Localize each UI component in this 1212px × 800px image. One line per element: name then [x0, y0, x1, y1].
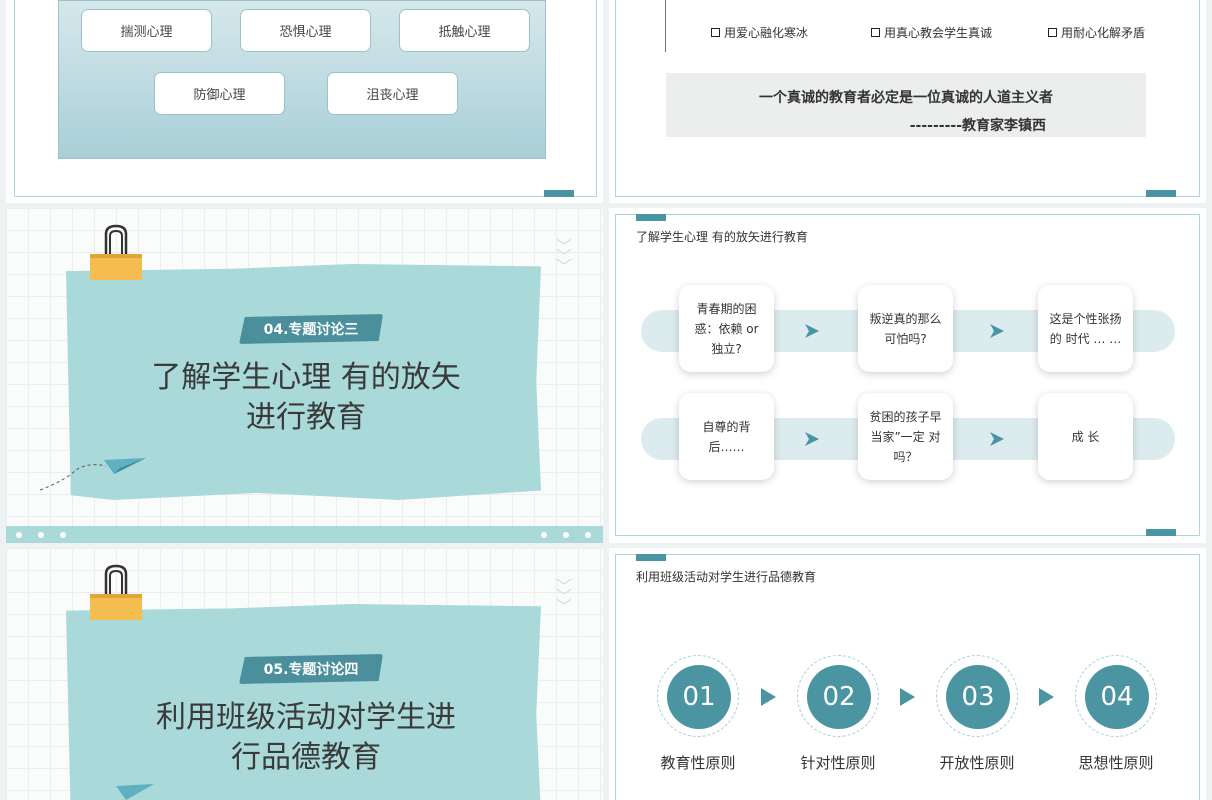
triangle-right-icon — [1039, 688, 1054, 706]
binder-clip-icon — [90, 224, 142, 280]
slide-thumbnail-principles[interactable]: 利用班级活动对学生进行品德教育 01 02 03 04 教育性原则 针对性原则 … — [609, 548, 1206, 800]
check-item-love: 用爱心融化寒冰 — [711, 24, 808, 41]
checkbox-icon — [871, 28, 880, 37]
slide-label: 利用班级活动对学生进行品德教育 — [636, 570, 817, 584]
quote-author: ---------教育家李镇西 — [909, 118, 1046, 134]
step-label: 针对性原则 — [800, 754, 876, 772]
slide-frame — [615, 214, 1200, 536]
check-label: 用耐心化解矛盾 — [1061, 26, 1146, 40]
divider-line — [665, 0, 666, 52]
dot — [38, 532, 44, 538]
title-line: 了解学生心理 有的放矢 — [151, 360, 461, 395]
step-label: 思想性原则 — [1078, 754, 1154, 772]
triangle-right-icon — [761, 688, 776, 706]
topic-card: 这是个性张扬 的 时代 … … — [1038, 285, 1133, 372]
corner-tab — [1146, 190, 1176, 197]
paper-plane-icon — [116, 784, 154, 800]
check-label: 用真心教会学生真诚 — [884, 26, 993, 40]
step-label: 开放性原则 — [939, 754, 1015, 772]
slide-bottom-bar — [6, 526, 603, 543]
dot — [60, 532, 66, 538]
step-circle: 04 — [1075, 655, 1157, 737]
step-circle: 01 — [657, 655, 739, 737]
slide-title: 利用班级活动对学生进 行品德教育 — [106, 698, 506, 778]
dot — [541, 532, 547, 538]
slide-thumbnail-topic-four[interactable]: ﹀ ﹀ ﹀ 05.专题讨论四 利用班级活动对学生进 行品德教育 — [6, 548, 603, 800]
quote-box: 一个真诚的教育者必定是一位真诚的人道主义者 ---------教育家李镇西 — [666, 73, 1146, 137]
slide-thumbnail-topic-three[interactable]: ﹀ ﹀ ﹀ 04.专题讨论三 了解学生心理 有的放矢 进行教育 — [6, 208, 603, 543]
step-circle: 03 — [936, 655, 1018, 737]
title-line: 行品德教育 — [231, 740, 381, 775]
topic-badge: 05.专题讨论四 — [239, 654, 383, 684]
topic-card: 青春期的困惑：依赖 or 独立? — [679, 285, 774, 372]
chevron-down-icon: ﹀ ﹀ ﹀ — [556, 577, 573, 616]
slide-thumbnail-psychology-cards[interactable]: 了解学生心理 有的放矢进行教育 青春期的困惑：依赖 or 独立? 叛逆真的那么可… — [609, 208, 1206, 543]
triangle-right-icon — [900, 688, 915, 706]
quote-text: 一个真诚的教育者必定是一位真诚的人道主义者 — [759, 90, 1053, 106]
step-number: 02 — [807, 665, 871, 729]
slide-title: 了解学生心理 有的放矢 进行教育 — [106, 358, 506, 438]
topic-card: 自尊的背后…… — [679, 393, 774, 480]
pill-fear: 恐惧心理 — [240, 9, 371, 52]
paper-plane-icon — [39, 458, 146, 491]
step-label: 教育性原则 — [660, 754, 736, 772]
chevron-right-icon — [805, 432, 819, 446]
pill-frustration: 沮丧心理 — [327, 72, 458, 115]
title-line: 利用班级活动对学生进 — [156, 700, 456, 735]
step-number: 03 — [946, 665, 1010, 729]
slide-label: 了解学生心理 有的放矢进行教育 — [636, 230, 808, 244]
binder-clip-icon — [90, 564, 142, 620]
corner-tab — [636, 554, 666, 561]
corner-tab — [544, 190, 574, 197]
check-item-sincerity: 用真心教会学生真诚 — [871, 24, 992, 41]
checkbox-icon — [1048, 28, 1057, 37]
dot — [563, 532, 569, 538]
corner-tab — [1146, 529, 1176, 536]
slide-thumbnail-quote[interactable]: 用爱心融化寒冰 用真心教会学生真诚 用耐心化解矛盾 一个真诚的教育者必定是一位真… — [609, 0, 1206, 203]
checkbox-icon — [711, 28, 720, 37]
check-label: 用爱心融化寒冰 — [724, 26, 809, 40]
title-line: 进行教育 — [246, 400, 366, 435]
step-number: 04 — [1085, 665, 1149, 729]
topic-card: 成 长 — [1038, 393, 1133, 480]
pill-resistance: 抵触心理 — [399, 9, 530, 52]
chevron-right-icon — [990, 432, 1004, 446]
check-item-patience: 用耐心化解矛盾 — [1048, 24, 1145, 41]
corner-tab — [636, 214, 666, 221]
dot — [585, 532, 591, 538]
slide-thumbnail-psychology-types[interactable]: 揣测心理 恐惧心理 抵触心理 防御心理 沮丧心理 — [6, 0, 603, 203]
topic-card: 叛逆真的那么可怕吗? — [858, 285, 953, 372]
pill-defense: 防御心理 — [154, 72, 285, 115]
dot — [16, 532, 22, 538]
pill-speculation: 揣测心理 — [81, 9, 212, 52]
step-circle: 02 — [797, 655, 879, 737]
topic-badge: 04.专题讨论三 — [239, 314, 383, 344]
chevron-right-icon — [805, 324, 819, 338]
chevron-right-icon — [990, 324, 1004, 338]
step-number: 01 — [667, 665, 731, 729]
topic-card: 贫困的孩子早当家”一定 对 吗？ — [858, 393, 953, 480]
chevron-down-icon: ﹀ ﹀ ﹀ — [556, 237, 573, 276]
